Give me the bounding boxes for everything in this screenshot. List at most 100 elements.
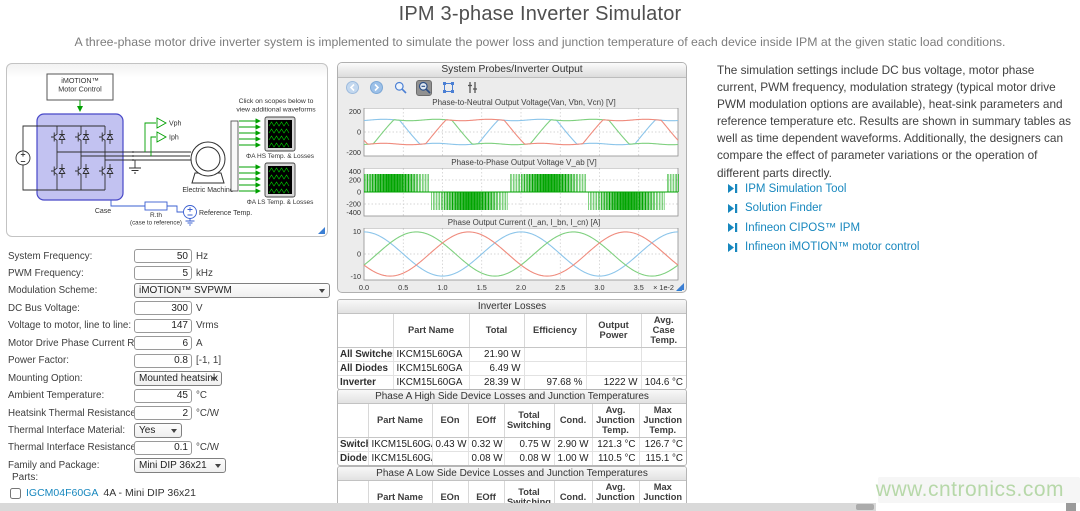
voltage-to-motor-input[interactable] xyxy=(134,319,192,333)
play-bar-icon xyxy=(727,242,738,253)
ipm-simulator-page: IPM 3-phase Inverter Simulator A three-p… xyxy=(0,0,1080,511)
rth-label: R.th xyxy=(150,212,162,219)
sidebar-link-label[interactable]: IPM Simulation Tool xyxy=(745,183,846,195)
sidebar-link[interactable]: Infineon iMOTION™ motor control xyxy=(727,238,919,258)
table-cell: 1.00 W xyxy=(554,451,592,465)
case-label: Case xyxy=(95,208,111,215)
scope-note-1: Click on scopes below to xyxy=(239,98,314,105)
scrollbar-thumb[interactable] xyxy=(856,504,874,510)
family-and-package-label: Family and Package: xyxy=(8,460,134,471)
horizontal-scrollbar[interactable] xyxy=(0,503,876,511)
part-checkbox[interactable] xyxy=(10,488,21,499)
table-cell xyxy=(586,347,641,361)
mounting-option-select[interactable]: Mounted heatsink xyxy=(134,371,222,386)
svg-text:0.5: 0.5 xyxy=(398,283,408,292)
svg-text:1.0: 1.0 xyxy=(437,283,447,292)
table-cell: 6.49 W xyxy=(469,361,524,375)
ambient-temperature-input[interactable] xyxy=(134,389,192,403)
thermal-interface-resistance-unit: °C/W xyxy=(196,442,219,453)
motor-drive-phase-current-rms-input[interactable] xyxy=(134,336,192,350)
table-cell: 121.3 °C xyxy=(592,437,639,451)
forward-button[interactable] xyxy=(368,80,384,96)
pwm-frequency-label: PWM Frequency: xyxy=(8,268,134,279)
table-title: Inverter Losses xyxy=(338,300,686,314)
form-row-voltage-to-motor: Voltage to motor, line to line:Vrms xyxy=(8,318,219,334)
hs-scope-block[interactable] xyxy=(265,117,295,151)
table-header-cell xyxy=(338,314,393,347)
modulation-scheme-select[interactable]: iMOTION™ SVPWM xyxy=(134,283,330,298)
table-cell: 126.7 °C xyxy=(639,437,686,451)
table-cell: 110.5 °C xyxy=(592,451,639,465)
table-header-cell: Part Name xyxy=(393,314,469,347)
sidebar-link-label[interactable]: Solution Finder xyxy=(745,202,822,214)
chevron-down-icon xyxy=(319,289,325,293)
heatsink-thermal-resistance-unit: °C/W xyxy=(196,408,219,419)
table-row: All DiodesIKCM15L60GA6.49 W xyxy=(338,361,686,375)
pwm-frequency-input[interactable] xyxy=(134,266,192,280)
table-header-cell: Cond. xyxy=(554,404,592,437)
motor-drive-phase-current-rms-unit: A xyxy=(196,338,203,349)
cursors-button[interactable] xyxy=(464,80,480,96)
table-header-cell: Max Junction Temp. xyxy=(639,404,686,437)
form-row-dc-bus-voltage: DC Bus Voltage:V xyxy=(8,300,203,316)
waveform-charts: Phase-to-Neutral Output Voltage(Van, Vbn… xyxy=(338,97,686,293)
table-cell: 115.1 °C xyxy=(639,451,686,465)
svg-text:0: 0 xyxy=(357,250,361,259)
waveform-plot-1[interactable]: 2000-200 xyxy=(340,108,686,158)
heatsink-thermal-resistance-input[interactable] xyxy=(134,406,192,420)
form-row-motor-drive-phase-current-rms: Motor Drive Phase Current RMS:A xyxy=(8,335,203,351)
power-factor-input[interactable] xyxy=(134,354,192,368)
waveform-plot-2[interactable]: 4002000-200-400 xyxy=(340,168,686,218)
circuit-diagram-panel: iMOTION™ Motor Control Vph Iph Electric … xyxy=(6,63,328,237)
table-cell xyxy=(524,361,586,375)
system-frequency-label: System Frequency: xyxy=(8,251,134,262)
zoom-out-button[interactable] xyxy=(416,80,432,96)
ls-scope-block[interactable] xyxy=(265,163,295,197)
power-factor-label: Power Factor: xyxy=(8,355,134,366)
fit-view-button[interactable] xyxy=(440,80,456,96)
family-and-package-select[interactable]: Mini DIP 36x21 xyxy=(134,458,226,473)
sidebar-link[interactable]: Solution Finder xyxy=(727,199,919,219)
related-links: IPM Simulation Tool Solution Finder Infine… xyxy=(727,179,919,257)
part-link[interactable]: IGCM04F60GA xyxy=(26,487,98,499)
table-cell: Inverter xyxy=(338,375,393,389)
svg-text:200: 200 xyxy=(349,176,361,185)
dc-bus-voltage-input[interactable] xyxy=(134,301,192,315)
table-cell: All Diodes xyxy=(338,361,393,375)
svg-text:0.0: 0.0 xyxy=(359,283,369,292)
waveform-plot-3[interactable]: 100-100.00.51.01.52.02.53.03.5× 1e-2 xyxy=(340,228,686,293)
sidebar-link[interactable]: IPM Simulation Tool xyxy=(727,179,919,199)
table-cell: IKCM15L60GA xyxy=(368,451,432,465)
thermal-interface-material-select[interactable]: Yes xyxy=(134,423,182,438)
back-button[interactable] xyxy=(344,80,360,96)
sidebar-link[interactable]: Infineon CIPOS™ IPM xyxy=(727,218,919,238)
table-header-cell xyxy=(338,404,368,437)
ipm-case xyxy=(37,114,123,200)
resize-handle-icon[interactable] xyxy=(677,283,684,290)
chevron-down-icon xyxy=(215,464,221,468)
scope-toolbar xyxy=(338,78,686,97)
probe-wiring xyxy=(145,118,166,156)
vph-probe-label: Vph xyxy=(169,121,182,128)
parts-label: Parts: xyxy=(12,472,38,483)
sidebar-link-label[interactable]: Infineon iMOTION™ motor control xyxy=(745,241,919,253)
window-resize-grip[interactable] xyxy=(1066,503,1076,511)
table-cell: All Switches xyxy=(338,347,393,361)
chevron-down-icon xyxy=(171,429,177,433)
chart-title: Phase-to-Neutral Output Voltage(Van, Vbn… xyxy=(338,98,686,108)
system-frequency-input[interactable] xyxy=(134,249,192,263)
form-row-heatsink-thermal-resistance: Heatsink Thermal Resistance:°C/W xyxy=(8,405,219,421)
thermal-interface-resistance-input[interactable] xyxy=(134,441,192,455)
modulation-scheme-label: Modulation Scheme: xyxy=(8,285,134,296)
table-cell: IKCM15L60GA xyxy=(368,437,432,451)
table-cell: 0.32 W xyxy=(468,437,504,451)
resize-handle-icon[interactable] xyxy=(318,227,325,234)
table-header-row: Part NameTotalEfficiencyOutput PowerAvg.… xyxy=(338,314,686,347)
description-paragraph: The simulation settings include DC bus v… xyxy=(717,62,1074,182)
sidebar-link-label[interactable]: Infineon CIPOS™ IPM xyxy=(745,222,860,234)
table-cell: 0.43 W xyxy=(432,437,468,451)
part-row: IGCM04F60GA 4A - Mini DIP 36x21 xyxy=(10,487,196,499)
table-cell xyxy=(641,361,686,375)
zoom-in-button[interactable] xyxy=(392,80,408,96)
svg-text:-10: -10 xyxy=(350,272,361,281)
